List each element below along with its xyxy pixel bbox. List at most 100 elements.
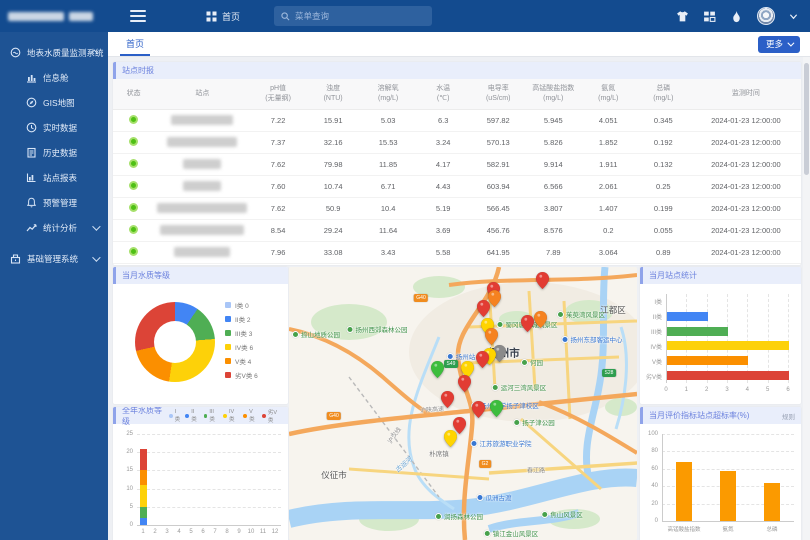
value-cell: 3.69: [416, 219, 471, 241]
search-input[interactable]: [295, 11, 415, 21]
value-cell: 7.60: [251, 175, 306, 197]
table-row: 8.5429.2411.643.69456.768.5760.20.055202…: [113, 219, 801, 241]
legend-item[interactable]: I类 0: [225, 300, 249, 310]
station-pin[interactable]: [458, 375, 471, 392]
value-cell: 0.192: [636, 131, 691, 153]
map-label: 仪征市: [321, 469, 347, 481]
value-cell: 566.45: [471, 197, 526, 219]
value-cell: 7.62: [251, 153, 306, 175]
map-label: 古运河: [392, 454, 413, 474]
map-label: 沪汉线: [385, 425, 403, 445]
value-cell: 570.13: [471, 131, 526, 153]
map-label: 扬州东部客运中心: [562, 334, 623, 344]
legend-item[interactable]: 劣V类 6: [225, 370, 258, 380]
sidebar-item-信息舱[interactable]: 信息舱: [0, 65, 108, 90]
value-cell: 10.74: [306, 175, 361, 197]
stack-segment: [140, 470, 147, 485]
panel-header: 站点时报: [113, 62, 801, 79]
more-label: 更多: [766, 38, 783, 50]
station-pin[interactable]: [431, 361, 444, 378]
legend-item[interactable]: V类 4: [225, 356, 251, 366]
hbar: [667, 312, 708, 321]
collapse-menu-icon[interactable]: [130, 10, 146, 22]
park-icon: [292, 331, 299, 338]
menu-search[interactable]: [274, 6, 432, 26]
value-cell: 7.22: [251, 109, 306, 131]
rules-link[interactable]: 规则: [782, 411, 795, 421]
hbar: [667, 327, 728, 336]
station-pin[interactable]: [485, 328, 498, 345]
station-pin[interactable]: [536, 272, 549, 289]
scrollbar-track[interactable]: [803, 57, 810, 540]
value-cell: 15.53: [361, 131, 416, 153]
logo-blur: [69, 12, 93, 21]
map-label: 焦山风景区: [541, 509, 583, 519]
station-pin[interactable]: [490, 400, 503, 417]
more-button[interactable]: 更多: [758, 36, 800, 53]
sidebar-item-预警管理[interactable]: 预警管理: [0, 190, 108, 215]
flame-icon[interactable]: [730, 10, 743, 23]
map-label: 润扬森林公园: [435, 511, 483, 521]
value-cell: 3.064: [581, 241, 636, 263]
sidebar-section-0[interactable]: 地表水质量监测系统: [0, 40, 108, 65]
sidebar-item-GIS地图[interactable]: GIS地图: [0, 90, 108, 115]
time-cell: 2024-01-23 12:00:00: [691, 153, 801, 175]
station-pin[interactable]: [444, 430, 457, 447]
legend-item[interactable]: III类 3: [225, 328, 252, 338]
value-cell: 11.85: [361, 153, 416, 175]
user-avatar[interactable]: [757, 7, 775, 25]
station-pin[interactable]: [477, 300, 490, 317]
map-label: 扬州西郊森林公园: [347, 324, 408, 334]
breadcrumb[interactable]: 首页: [206, 10, 240, 23]
sidebar-item-label: 统计分析: [43, 222, 77, 234]
poi-icon: [447, 353, 454, 360]
month-grade-panel: 当月水质等级 I类 0II类 2III类 3IV类 6V类 4劣V类 6: [113, 267, 288, 404]
main-content: 站点时报 状态站点pH值(无量纲)浊度(NTU)溶解氧(mg/L)水温(℃)电导…: [108, 57, 810, 540]
theme-icon[interactable]: [676, 10, 689, 23]
value-cell: 6.71: [361, 175, 416, 197]
station-pin[interactable]: [472, 401, 485, 418]
poi-icon: [471, 440, 478, 447]
status-cell: [113, 153, 154, 175]
donut-ring: [135, 302, 215, 382]
app-logo: [0, 0, 108, 32]
legend-item[interactable]: II类 2: [225, 314, 251, 324]
legend-item[interactable]: IV类 6: [225, 342, 253, 352]
road-badge: G2: [479, 460, 491, 468]
panel-title: 当月评价指标站点超标率(%): [649, 410, 749, 421]
tab-home[interactable]: 首页: [120, 32, 150, 56]
sidebar-item-历史数据[interactable]: 历史数据: [0, 140, 108, 165]
stations-map[interactable]: 扬州市仪征市江都区朴席镇茱萸湾风景区蜀冈唐子城风景区扬州西郊森林公园捺山地质公园…: [289, 267, 637, 540]
sidebar-item-统计分析[interactable]: 统计分析: [0, 215, 108, 240]
station-pin[interactable]: [521, 315, 534, 332]
hbar-chart: 0123456I类II类III类IV类V类劣V类: [640, 284, 801, 404]
value-cell: 10.4: [361, 197, 416, 219]
status-dot: [129, 203, 138, 212]
value-cell: 33.08: [306, 241, 361, 263]
station-pin[interactable]: [441, 391, 454, 408]
value-cell: 0.2: [581, 219, 636, 241]
vbar: [720, 471, 736, 521]
time-cell: 2024-01-23 12:00:00: [691, 175, 801, 197]
station-pin[interactable]: [534, 311, 547, 328]
value-cell: 3.807: [526, 197, 581, 219]
screens-icon[interactable]: [703, 10, 716, 23]
sidebar-item-站点报表[interactable]: 站点报表: [0, 165, 108, 190]
sidebar-item-label: GIS地图: [43, 97, 75, 109]
value-cell: 4.43: [416, 175, 471, 197]
value-cell: 8.576: [526, 219, 581, 241]
chevron-down-icon[interactable]: [789, 12, 798, 21]
sidebar-item-实时数据[interactable]: 实时数据: [0, 115, 108, 140]
station-name-blurred: [167, 137, 237, 147]
status-cell: [113, 241, 154, 263]
map-overlay: 扬州市仪征市江都区朴席镇茱萸湾风景区蜀冈唐子城风景区扬州西郊森林公园捺山地质公园…: [289, 267, 637, 540]
column-header: 溶解氧(mg/L): [361, 79, 416, 109]
station-pin[interactable]: [476, 351, 489, 368]
map-label: 镇江金山风景区: [484, 528, 539, 538]
map-label: 瓜洲古渡: [477, 492, 512, 502]
park-icon: [557, 311, 564, 318]
table-row: 7.2215.915.036.3597.825.9454.0510.345202…: [113, 109, 801, 131]
sidebar-section-1[interactable]: 基础管理系统: [0, 246, 108, 271]
column-header: 浊度(NTU): [306, 79, 361, 109]
scrollbar-thumb[interactable]: [804, 63, 809, 175]
